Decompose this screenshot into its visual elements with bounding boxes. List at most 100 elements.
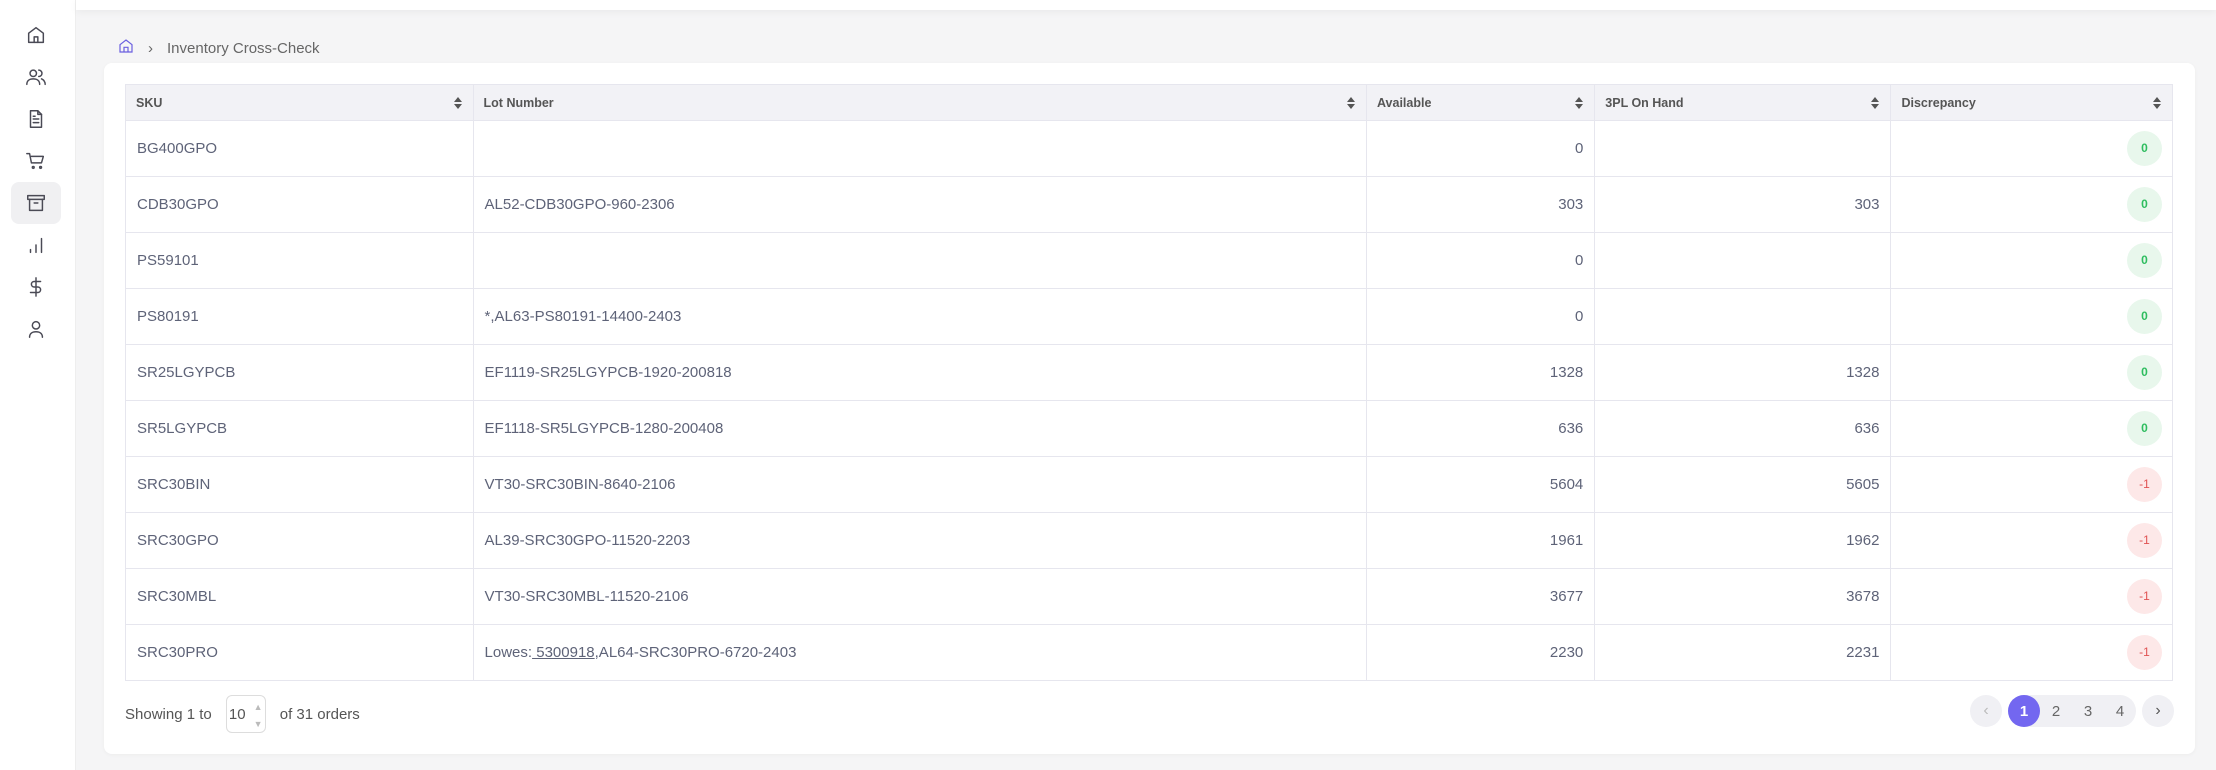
discrepancy-cell: -1: [1890, 568, 2173, 625]
table-row: SRC30PRO Lowes: 5300918,AL64-SRC30PRO-672…: [125, 624, 2173, 681]
lot-cell: EF1119-SR25LGYPCB-1920-200818: [472, 344, 1367, 401]
sku-cell: CDB30GPO: [125, 176, 474, 233]
sidebar-item-bar-chart[interactable]: [11, 224, 61, 266]
column-label: Lot Number: [483, 95, 554, 110]
sidebar-item-user[interactable]: [11, 308, 61, 350]
sku-cell: SRC30MBL: [125, 568, 474, 625]
sort-icon[interactable]: [1574, 96, 1584, 110]
discrepancy-badge: -1: [2127, 467, 2162, 502]
lot-cell: EF1118-SR5LGYPCB-1280-200408: [472, 400, 1367, 457]
bar-chart-icon: [29, 237, 43, 254]
table-row: CDB30GPO AL52-CDB30GPO-960-2306 303 303 0: [125, 176, 2173, 233]
discrepancy-badge: 0: [2127, 299, 2162, 334]
table-row: PS59101 0 0: [125, 232, 2173, 289]
column-header[interactable]: SKU: [125, 84, 474, 121]
column-header[interactable]: Available: [1365, 84, 1596, 121]
column-header[interactable]: Discrepancy: [1890, 84, 2173, 121]
column-label: Discrepancy: [1901, 95, 1976, 110]
home-icon: [27, 26, 45, 44]
available-cell: 0: [1365, 232, 1596, 289]
column-header[interactable]: 3PL On Hand: [1594, 84, 1892, 121]
available-cell: 0: [1365, 120, 1596, 177]
column-label: 3PL On Hand: [1605, 95, 1684, 110]
onhand-cell: 1328: [1594, 344, 1892, 401]
discrepancy-cell: 0: [1890, 232, 2173, 289]
showing-label: Showing 1 to: [125, 705, 212, 723]
cart-icon: [26, 152, 45, 170]
discrepancy-badge: 0: [2127, 355, 2162, 390]
sidebar-item-users[interactable]: [11, 56, 61, 98]
lot-number: AL52-CDB30GPO-960-2306: [484, 196, 675, 213]
home-icon[interactable]: [118, 38, 134, 58]
total-label: of 31 orders: [279, 705, 360, 723]
next-page-button[interactable]: ›: [2142, 695, 2174, 727]
sort-icon[interactable]: [453, 96, 463, 110]
stepper-icon: ▲ ▼: [253, 702, 263, 729]
onhand-cell: 3678: [1594, 568, 1892, 625]
document-icon: [29, 110, 43, 128]
sku-cell: PS80191: [125, 288, 474, 345]
lot-cell: VT30-SRC30BIN-8640-2106: [472, 456, 1367, 513]
lot-number: VT30-SRC30BIN-8640-2106: [484, 476, 676, 493]
discrepancy-cell: 0: [1890, 288, 2173, 345]
sku-cell: SR25LGYPCB: [125, 344, 474, 401]
pagination: ‹ 1234 ›: [1970, 695, 2174, 727]
sidebar-item-cart[interactable]: [11, 140, 61, 182]
sort-icon[interactable]: [1346, 96, 1356, 110]
lot-cell: AL52-CDB30GPO-960-2306: [472, 176, 1367, 233]
breadcrumb-current: Inventory Cross-Check: [167, 39, 320, 57]
page-2-button[interactable]: 2: [2040, 695, 2072, 727]
sku-cell: BG400GPO: [125, 120, 474, 177]
onhand-cell: 303: [1594, 176, 1892, 233]
page-size-value: 10: [228, 705, 246, 723]
discrepancy-cell: 0: [1890, 120, 2173, 177]
available-cell: 636: [1365, 400, 1596, 457]
chevron-right-icon: ›: [148, 39, 153, 57]
onhand-cell: [1594, 232, 1892, 289]
sidebar: [0, 0, 76, 770]
page-1-button[interactable]: 1: [2008, 695, 2040, 727]
sidebar-item-archive[interactable]: [11, 182, 61, 224]
discrepancy-cell: 0: [1890, 344, 2173, 401]
onhand-cell: [1594, 288, 1892, 345]
discrepancy-cell: -1: [1890, 512, 2173, 569]
sidebar-item-home[interactable]: [11, 14, 61, 56]
lot-number: EF1119-SR25LGYPCB-1920-200818: [484, 364, 732, 381]
sidebar-item-document[interactable]: [11, 98, 61, 140]
lot-number: EF1118-SR5LGYPCB-1280-200408: [484, 420, 724, 437]
onhand-cell: 636: [1594, 400, 1892, 457]
discrepancy-cell: -1: [1890, 456, 2173, 513]
available-cell: 1961: [1365, 512, 1596, 569]
discrepancy-cell: 0: [1890, 176, 2173, 233]
table-footer: Showing 1 to 10 ▲ ▼ of 31 orders: [125, 695, 360, 733]
page-size-select[interactable]: 10 ▲ ▼: [225, 695, 266, 733]
lot-prefix: Lowes:: [484, 644, 533, 661]
discrepancy-badge: -1: [2127, 523, 2162, 558]
lot-cell: VT30-SRC30MBL-11520-2106: [472, 568, 1367, 625]
lot-number: AL39-SRC30GPO-11520-2203: [484, 532, 691, 549]
sku-cell: SRC30BIN: [125, 456, 474, 513]
lot-suffix: ,AL64-SRC30PRO-6720-2403: [594, 644, 797, 661]
table-row: SRC30GPO AL39-SRC30GPO-11520-2203 1961 1962…: [125, 512, 2173, 569]
prev-page-button[interactable]: ‹: [1970, 695, 2002, 727]
onhand-cell: 2231: [1594, 624, 1892, 681]
sort-icon[interactable]: [2152, 96, 2162, 110]
page-4-button[interactable]: 4: [2104, 695, 2136, 727]
lot-number: VT30-SRC30MBL-11520-2106: [484, 588, 689, 605]
discrepancy-badge: -1: [2127, 579, 2162, 614]
available-cell: 2230: [1365, 624, 1596, 681]
discrepancy-badge: 0: [2127, 411, 2162, 446]
discrepancy-badge: 0: [2127, 187, 2162, 222]
users-icon: [26, 69, 46, 86]
sku-cell: SRC30PRO: [125, 624, 474, 681]
sku-cell: PS59101: [125, 232, 474, 289]
available-cell: 3677: [1365, 568, 1596, 625]
sku-cell: SR5LGYPCB: [125, 400, 474, 457]
sort-icon[interactable]: [1870, 96, 1880, 110]
discrepancy-badge: 0: [2127, 131, 2162, 166]
lot-link[interactable]: 5300918: [532, 644, 594, 661]
page-3-button[interactable]: 3: [2072, 695, 2104, 727]
top-bar: [76, 0, 2216, 10]
column-header[interactable]: Lot Number: [472, 84, 1367, 121]
sidebar-item-dollar[interactable]: [11, 266, 61, 308]
